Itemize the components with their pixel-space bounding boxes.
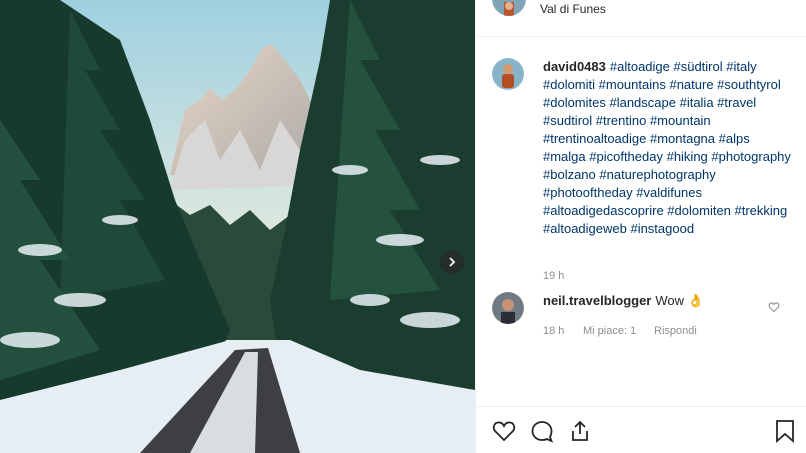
comment-time: 18 h <box>543 325 565 337</box>
location-link[interactable]: Val di Funes <box>540 2 606 16</box>
comment-avatar[interactable] <box>492 292 524 324</box>
post-actions <box>492 419 592 443</box>
post-side-panel: Val di Funes david0483 #altoadige #südtir… <box>475 0 806 453</box>
author-avatar[interactable] <box>492 0 526 16</box>
comment-reply-button[interactable]: Rispondi <box>654 325 697 337</box>
bookmark-icon[interactable] <box>774 419 796 448</box>
comment-icon[interactable] <box>530 419 554 443</box>
post-photo <box>0 0 475 453</box>
comment-likes[interactable]: Mi piace: 1 <box>583 325 636 337</box>
caption-hashtags[interactable]: #altoadige #südtirol #italy #dolomiti #m… <box>543 59 791 236</box>
comment-body: neil.travelblogger Wow 👌 <box>543 293 704 309</box>
caption-avatar[interactable] <box>492 58 524 90</box>
heart-icon[interactable] <box>492 419 516 443</box>
divider <box>476 36 806 37</box>
next-image-button[interactable] <box>440 250 464 274</box>
share-icon[interactable] <box>568 419 592 443</box>
divider <box>476 406 806 407</box>
comment-heart-icon[interactable] <box>768 300 780 318</box>
post-caption: david0483 #altoadige #südtirol #italy #do… <box>543 58 793 238</box>
caption-time: 19 h <box>543 270 565 282</box>
caption-username[interactable]: david0483 <box>543 59 606 74</box>
comment-username[interactable]: neil.travelblogger <box>543 293 651 308</box>
comment-text: Wow 👌 <box>655 293 704 308</box>
chevron-right-icon <box>449 257 456 267</box>
